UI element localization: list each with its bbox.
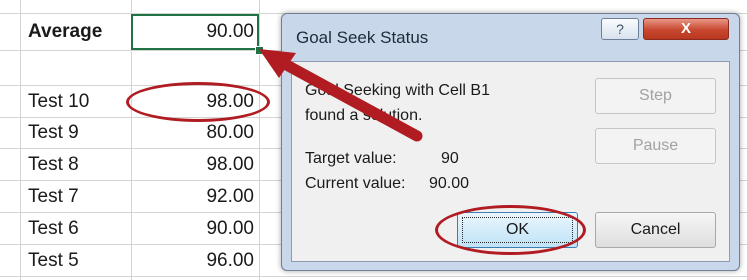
row-label-cell[interactable]: Test 5 xyxy=(28,246,79,276)
row-value-cell[interactable]: 98.00 xyxy=(206,150,254,180)
row-label-cell[interactable]: Test 6 xyxy=(28,214,79,244)
status-message-line2: found a solution. xyxy=(305,107,423,124)
average-label-cell[interactable]: Average xyxy=(28,17,102,47)
row-label-cell[interactable]: Test 9 xyxy=(28,118,79,148)
row-value-cell[interactable]: 90.00 xyxy=(206,214,254,244)
goal-seek-status-dialog: Goal Seek Status ? X Goal Seeking with C… xyxy=(281,13,740,271)
gridline xyxy=(20,0,21,280)
highlight-ellipse-ok xyxy=(435,205,586,255)
current-value: 90.00 xyxy=(429,175,470,192)
dialog-title: Goal Seek Status xyxy=(296,28,429,47)
active-cell-selection xyxy=(131,14,259,50)
step-button[interactable]: Step xyxy=(595,78,716,114)
status-message-line1: Goal Seeking with Cell B1 xyxy=(305,82,490,99)
close-icon: X xyxy=(680,20,691,37)
row-value-cell[interactable]: 96.00 xyxy=(206,246,254,276)
row-value-cell[interactable]: 92.00 xyxy=(206,182,254,212)
row-label-cell[interactable]: Test 7 xyxy=(28,182,79,212)
fill-handle[interactable] xyxy=(255,46,264,55)
target-value-label: Target value: xyxy=(305,150,397,167)
cancel-button[interactable]: Cancel xyxy=(595,212,716,248)
row-label-cell[interactable]: Test 10 xyxy=(28,87,89,117)
pause-button[interactable]: Pause xyxy=(595,128,716,164)
close-button[interactable]: X xyxy=(643,18,729,40)
help-icon: ? xyxy=(616,21,624,37)
current-value-label: Current value: xyxy=(305,175,406,192)
gridline xyxy=(0,276,747,277)
help-button[interactable]: ? xyxy=(601,18,639,40)
row-value-cell[interactable]: 80.00 xyxy=(206,118,254,148)
highlight-ellipse-test10 xyxy=(126,82,270,122)
row-label-cell[interactable]: Test 8 xyxy=(28,150,79,180)
target-value: 90 xyxy=(441,150,459,167)
gridline xyxy=(259,0,260,280)
